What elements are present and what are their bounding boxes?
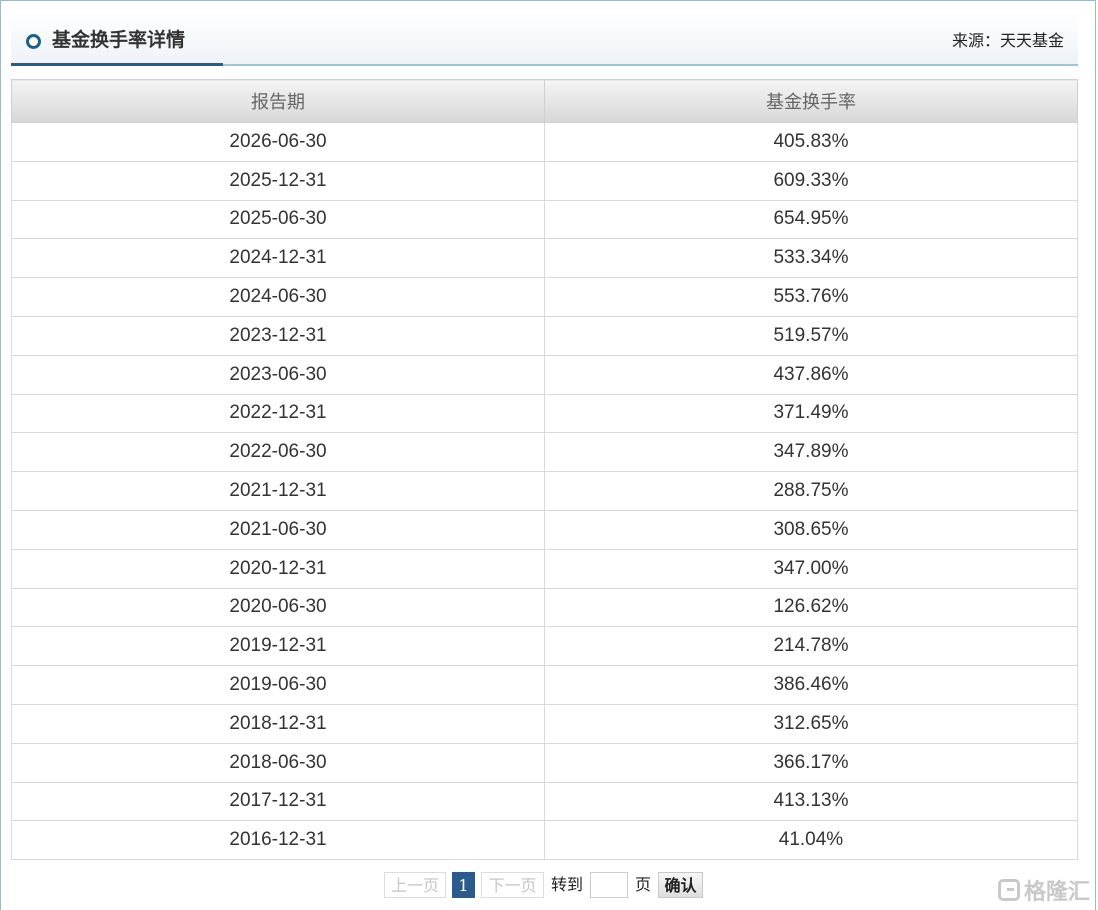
report-period-cell: 2020-12-31 [11,548,545,589]
table-row: 2024-12-31 533.34% [11,238,1078,279]
report-period-cell: 2019-12-31 [11,626,545,667]
confirm-button[interactable]: 确认 [658,872,703,898]
report-period-cell: 2019-06-30 [11,665,545,705]
watermark-text: 格隆汇 [1023,880,1090,905]
turnover-rate-cell: 533.34% [544,238,1078,279]
turnover-rate-cell: 308.65% [544,509,1078,550]
table-row: 2024-06-30 553.76% [11,277,1078,317]
report-period-cell: 2017-12-31 [11,781,545,822]
turnover-rate-cell: 347.89% [544,432,1078,473]
panel-title: 基金换手率详情 [52,29,186,51]
turnover-rate-cell: 386.46% [544,665,1078,705]
turnover-rate-cell: 41.04% [544,820,1078,861]
turnover-rate-cell: 413.13% [544,781,1078,822]
source-label: 来源：天天基金 [951,31,1064,50]
column-header-turnover-rate: 基金换手率 [544,79,1078,123]
table-row: 2016-12-31 41.04% [11,820,1078,861]
turnover-rate-cell: 371.49% [544,393,1078,434]
report-period-cell: 2023-06-30 [11,354,545,395]
report-period-cell: 2018-06-30 [11,742,545,783]
turnover-rate-cell: 288.75% [544,471,1078,511]
report-period-cell: 2016-12-31 [11,820,545,861]
table-row: 2026-06-30 405.83% [11,122,1078,162]
table-row: 2020-06-30 126.62% [11,587,1078,628]
table-row: 2019-12-31 214.78% [11,626,1078,667]
table-row: 2025-12-31 609.33% [11,160,1078,201]
report-period-cell: 2025-12-31 [11,160,545,201]
turnover-rate-cell: 405.83% [544,122,1078,162]
prev-page-button[interactable]: 上一页 [384,872,446,898]
table-row: 2019-06-30 386.46% [11,665,1078,705]
turnover-rate-cell: 366.17% [544,742,1078,783]
turnover-rate-cell: 609.33% [544,160,1078,201]
turnover-rate-cell: 312.65% [544,703,1078,744]
report-period-cell: 2021-06-30 [11,509,545,550]
table-row: 2017-12-31 413.13% [11,781,1078,822]
pagination: 上一页 1 下一页 转到 页 确认 [0,872,1098,900]
table-row: 2018-06-30 366.17% [11,742,1078,783]
table-row: 2020-12-31 347.00% [11,548,1078,589]
goto-label: 转到 [550,875,583,894]
panel-header: 基金换手率详情 来源：天天基金 [11,12,1078,66]
report-period-cell: 2026-06-30 [11,122,545,162]
table-row: 2022-12-31 371.49% [11,393,1078,434]
table-body: 2026-06-30 405.83% 2025-12-31 609.33% 2025-0… [11,122,1078,861]
turnover-rate-cell: 654.95% [544,199,1078,240]
table-row: 2022-06-30 347.89% [11,432,1078,473]
table-row: 2021-06-30 308.65% [11,509,1078,550]
report-period-cell: 2022-06-30 [11,432,545,473]
report-period-cell: 2020-06-30 [11,587,545,628]
report-period-cell: 2024-06-30 [11,277,545,317]
table-row: 2025-06-30 654.95% [11,199,1078,240]
report-period-cell: 2024-12-31 [11,238,545,279]
turnover-rate-cell: 214.78% [544,626,1078,667]
turnover-rate-cell: 347.00% [544,548,1078,589]
turnover-rate-cell: 126.62% [544,587,1078,628]
next-page-button[interactable]: 下一页 [481,872,544,898]
title-underline [11,63,223,66]
page-jump-input[interactable] [590,872,628,898]
table-header-row: 报告期 基金换手率 [11,79,1078,123]
table-row: 2023-12-31 519.57% [11,315,1078,356]
report-period-cell: 2021-12-31 [11,471,545,511]
circle-bullet-icon [26,34,41,49]
watermark: 格隆汇 [997,876,1090,905]
column-header-report-period: 报告期 [11,79,545,123]
turnover-rate-cell: 437.86% [544,354,1078,395]
report-period-cell: 2018-12-31 [11,703,545,744]
table-row: 2018-12-31 312.65% [11,703,1078,744]
gelonghui-logo-icon [997,879,1020,901]
turnover-rate-cell: 519.57% [544,315,1078,356]
report-period-cell: 2022-12-31 [11,393,545,434]
page-1-button[interactable]: 1 [452,872,475,898]
page-unit-label: 页 [634,875,651,894]
report-period-cell: 2023-12-31 [11,315,545,356]
table-row: 2021-12-31 288.75% [11,471,1078,511]
turnover-table: 报告期 基金换手率 2026-06-30 405.83% 2025-12-31 609… [11,79,1078,861]
table-row: 2023-06-30 437.86% [11,354,1078,395]
turnover-rate-cell: 553.76% [544,277,1078,317]
report-period-cell: 2025-06-30 [11,199,545,240]
